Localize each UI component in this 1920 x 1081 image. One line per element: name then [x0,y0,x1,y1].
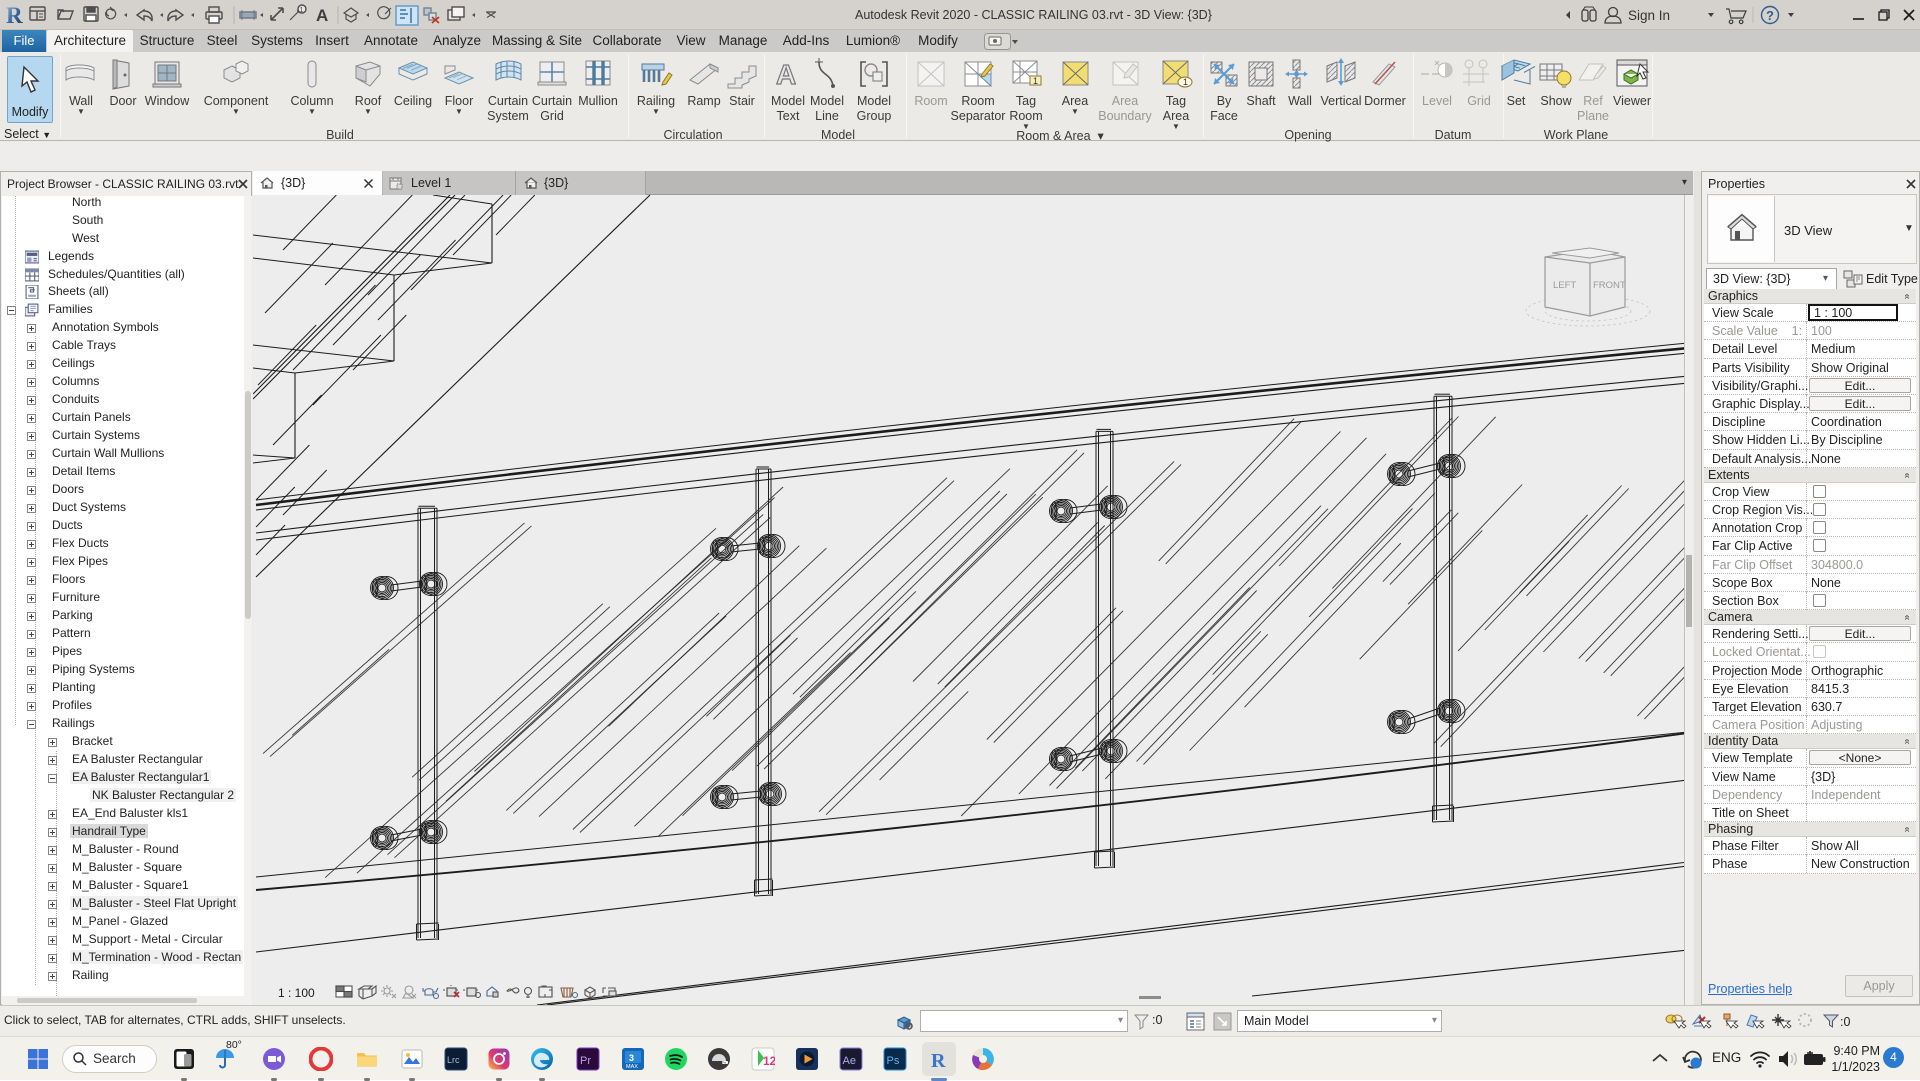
svg-text:Sign In: Sign In [1628,8,1670,23]
svg-text:R: R [931,1050,946,1071]
svg-text::0: :0 [1840,1015,1850,1029]
svg-text:Ps: Ps [887,1055,900,1067]
svg-text:A: A [776,59,796,90]
svg-text:FRONT: FRONT [1593,280,1626,291]
svg-text:1: 1 [300,7,304,14]
svg-text:Ae: Ae [843,1055,856,1067]
svg-text:R: R [6,3,23,27]
svg-text:Pro: Pro [722,1061,727,1065]
svg-text:MAX: MAX [626,1064,638,1070]
svg-text:Pr: Pr [580,1055,591,1067]
svg-text:1: 1 [1033,76,1038,86]
svg-text:3: 3 [629,1053,634,1063]
svg-text:12: 12 [763,1054,775,1068]
svg-text:1: 1 [1183,77,1188,87]
svg-text:A: A [316,6,328,25]
svg-text:Lrc: Lrc [447,1055,460,1065]
svg-text:?: ? [1766,8,1774,23]
svg-text:LEFT: LEFT [1553,280,1576,291]
